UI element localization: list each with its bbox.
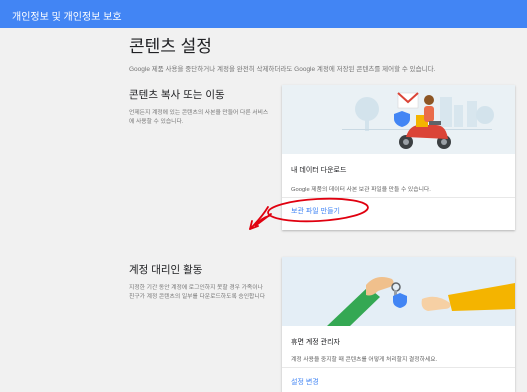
section-description-account-delegate: 지정한 기간 동안 계정에 로그인하지 못할 경우 가족이나 친구가 계정 콘텐… bbox=[129, 285, 266, 300]
card-description-download-data: Google 제품의 데이터 사본 보관 파일을 만들 수 있습니다. bbox=[291, 187, 431, 193]
card-description-inactive-account: 계정 사용을 중지할 때 콘텐츠를 어떻게 처리할지 결정하세요. bbox=[291, 357, 438, 363]
scooter-delivery-illustration bbox=[342, 92, 494, 149]
hand-key-illustration bbox=[327, 277, 515, 326]
card-divider bbox=[282, 197, 515, 198]
section-title-copy-move: 콘텐츠 복사 또는 이동 bbox=[129, 89, 225, 101]
section-description-copy-move: 언제든지 계정에 있는 콘텐츠의 사본을 만들어 다른 서비스에 사용할 수 있… bbox=[129, 110, 269, 125]
inactive-account-card: 휴면 계정 관리자 계정 사용을 중지할 때 콘텐츠를 어떻게 처리할지 결정하… bbox=[282, 257, 515, 392]
card-divider bbox=[282, 367, 515, 368]
change-settings-link[interactable]: 설정 변경 bbox=[291, 377, 319, 387]
page-title: 콘텐츠 설정 bbox=[129, 37, 212, 56]
inactive-account-illustration bbox=[282, 257, 515, 326]
section-title-account-delegate: 계정 대리인 활동 bbox=[129, 264, 203, 276]
download-data-card: 내 데이터 다운로드 Google 제품의 데이터 사본 보관 파일을 만들 수… bbox=[282, 85, 515, 230]
card-title-download-data: 내 데이터 다운로드 bbox=[291, 167, 347, 174]
page-description: Google 제품 사용을 중단하거나 계정을 완전히 삭제하더라도 Googl… bbox=[129, 66, 436, 73]
app-bar-title: 개인정보 및 개인정보 보호 bbox=[12, 12, 122, 23]
download-data-illustration bbox=[282, 85, 515, 154]
card-title-inactive-account: 휴면 계정 관리자 bbox=[291, 339, 340, 346]
create-archive-link[interactable]: 보관 파일 만들기 bbox=[291, 206, 340, 216]
top-app-bar: 개인정보 및 개인정보 보호 bbox=[0, 0, 527, 28]
